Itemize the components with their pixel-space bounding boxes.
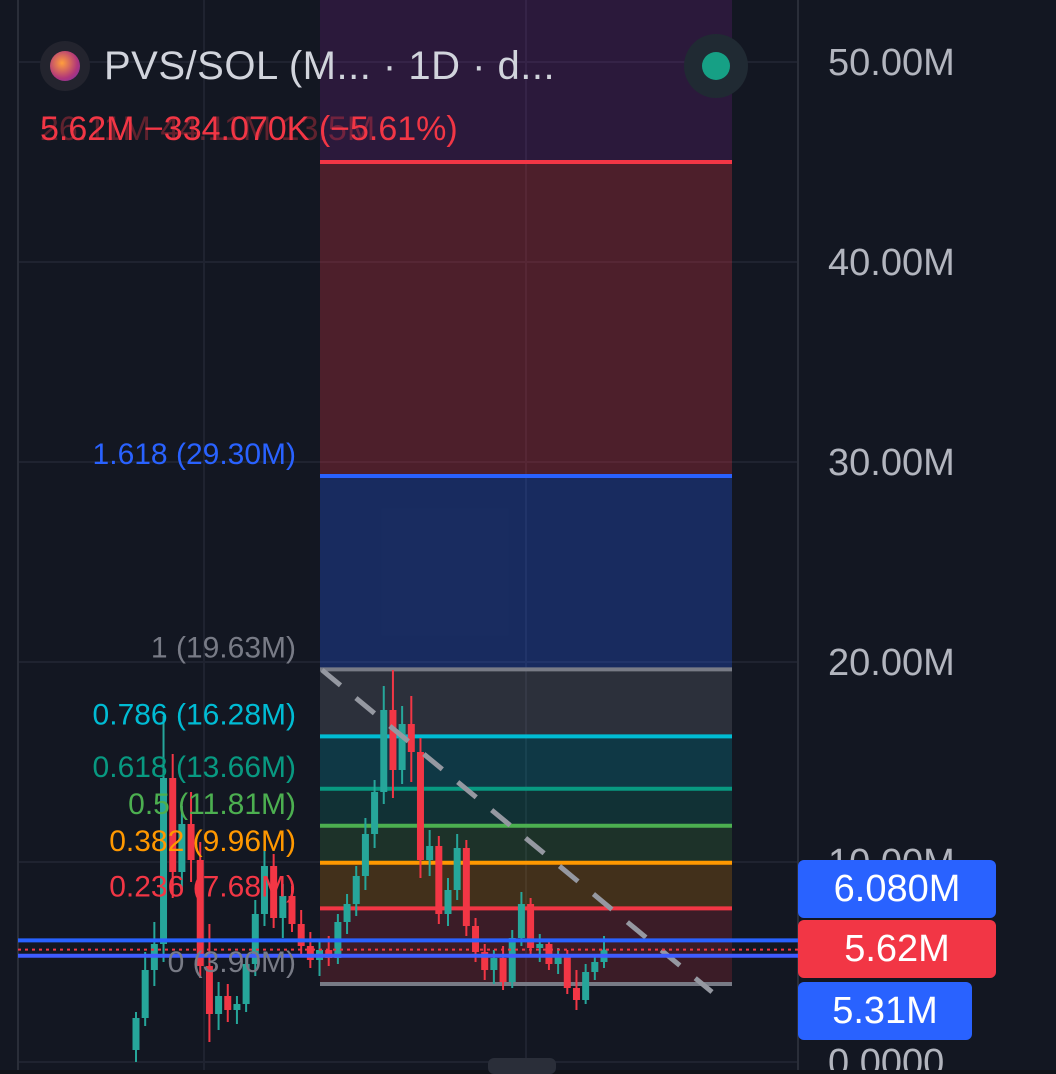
candle-body: [517, 904, 525, 938]
candle-body: [499, 958, 507, 982]
candle-body: [132, 1018, 140, 1050]
candle-body: [343, 904, 351, 922]
y-tick-label: 0.0000: [828, 1042, 944, 1070]
candle-body: [141, 970, 149, 1018]
fib-label: 0.5 (11.81M): [128, 788, 296, 821]
candle-body: [435, 846, 443, 914]
fib-zone: [320, 908, 732, 984]
candle-body: [563, 956, 571, 988]
candle-body: [453, 848, 461, 890]
y-tick-label: 50.00M: [828, 42, 955, 84]
price-tag: 5.31M: [798, 982, 972, 1040]
fib-label: 0.786 (16.28M): [93, 698, 296, 731]
y-tick-label: 20.00M: [828, 642, 955, 684]
candle-body: [591, 962, 599, 972]
candle-body: [536, 944, 544, 948]
fib-label: 0 (3.90M): [168, 946, 296, 979]
candle-body: [361, 834, 369, 876]
fib-zone: [320, 825, 732, 863]
candle-body: [371, 792, 379, 834]
symbol-title[interactable]: PVS/SOL (M... · 1D · d...: [104, 44, 555, 89]
fib-zone: [320, 162, 732, 476]
fib-label: 1.618 (29.30M): [93, 438, 296, 471]
candle-body: [426, 846, 434, 860]
candle-body: [508, 938, 516, 982]
price-change-quote: 5.62M −334.070K (−5.61%): [40, 110, 458, 148]
fib-label: 0.236 (7.68M): [109, 870, 296, 903]
fib-zone: [320, 862, 732, 909]
candle-body: [462, 848, 470, 926]
candle-body: [306, 946, 314, 960]
fib-zone: [320, 476, 732, 670]
symbol-header[interactable]: PVS/SOL (M... · 1D · d...: [40, 38, 640, 94]
candle-body: [297, 924, 305, 946]
token-logo-icon: [40, 41, 90, 91]
price-tag: 6.080M: [798, 860, 996, 918]
price-tag: 5.62M: [798, 920, 996, 978]
scroll-handle[interactable]: [488, 1058, 556, 1074]
candle-body: [572, 988, 580, 1000]
market-open-dot-icon[interactable]: [684, 34, 748, 98]
y-tick-label: 30.00M: [828, 442, 955, 484]
candle-body: [380, 710, 388, 792]
candle-body: [352, 876, 360, 904]
candle-body: [389, 710, 397, 770]
fib-zone: [320, 788, 732, 826]
fib-label: 0.382 (9.96M): [109, 825, 296, 858]
candle-body: [490, 958, 498, 970]
candle-body: [233, 1004, 241, 1010]
candle-body: [444, 890, 452, 914]
candle-body: [215, 996, 223, 1014]
candle-body: [416, 752, 424, 860]
candle-body: [224, 996, 232, 1010]
fib-label: 1 (19.63M): [151, 631, 296, 664]
candle-body: [582, 972, 590, 1000]
y-tick-label: 40.00M: [828, 242, 955, 284]
fib-label: 0.618 (13.66M): [93, 751, 296, 784]
candle-body: [407, 724, 415, 752]
